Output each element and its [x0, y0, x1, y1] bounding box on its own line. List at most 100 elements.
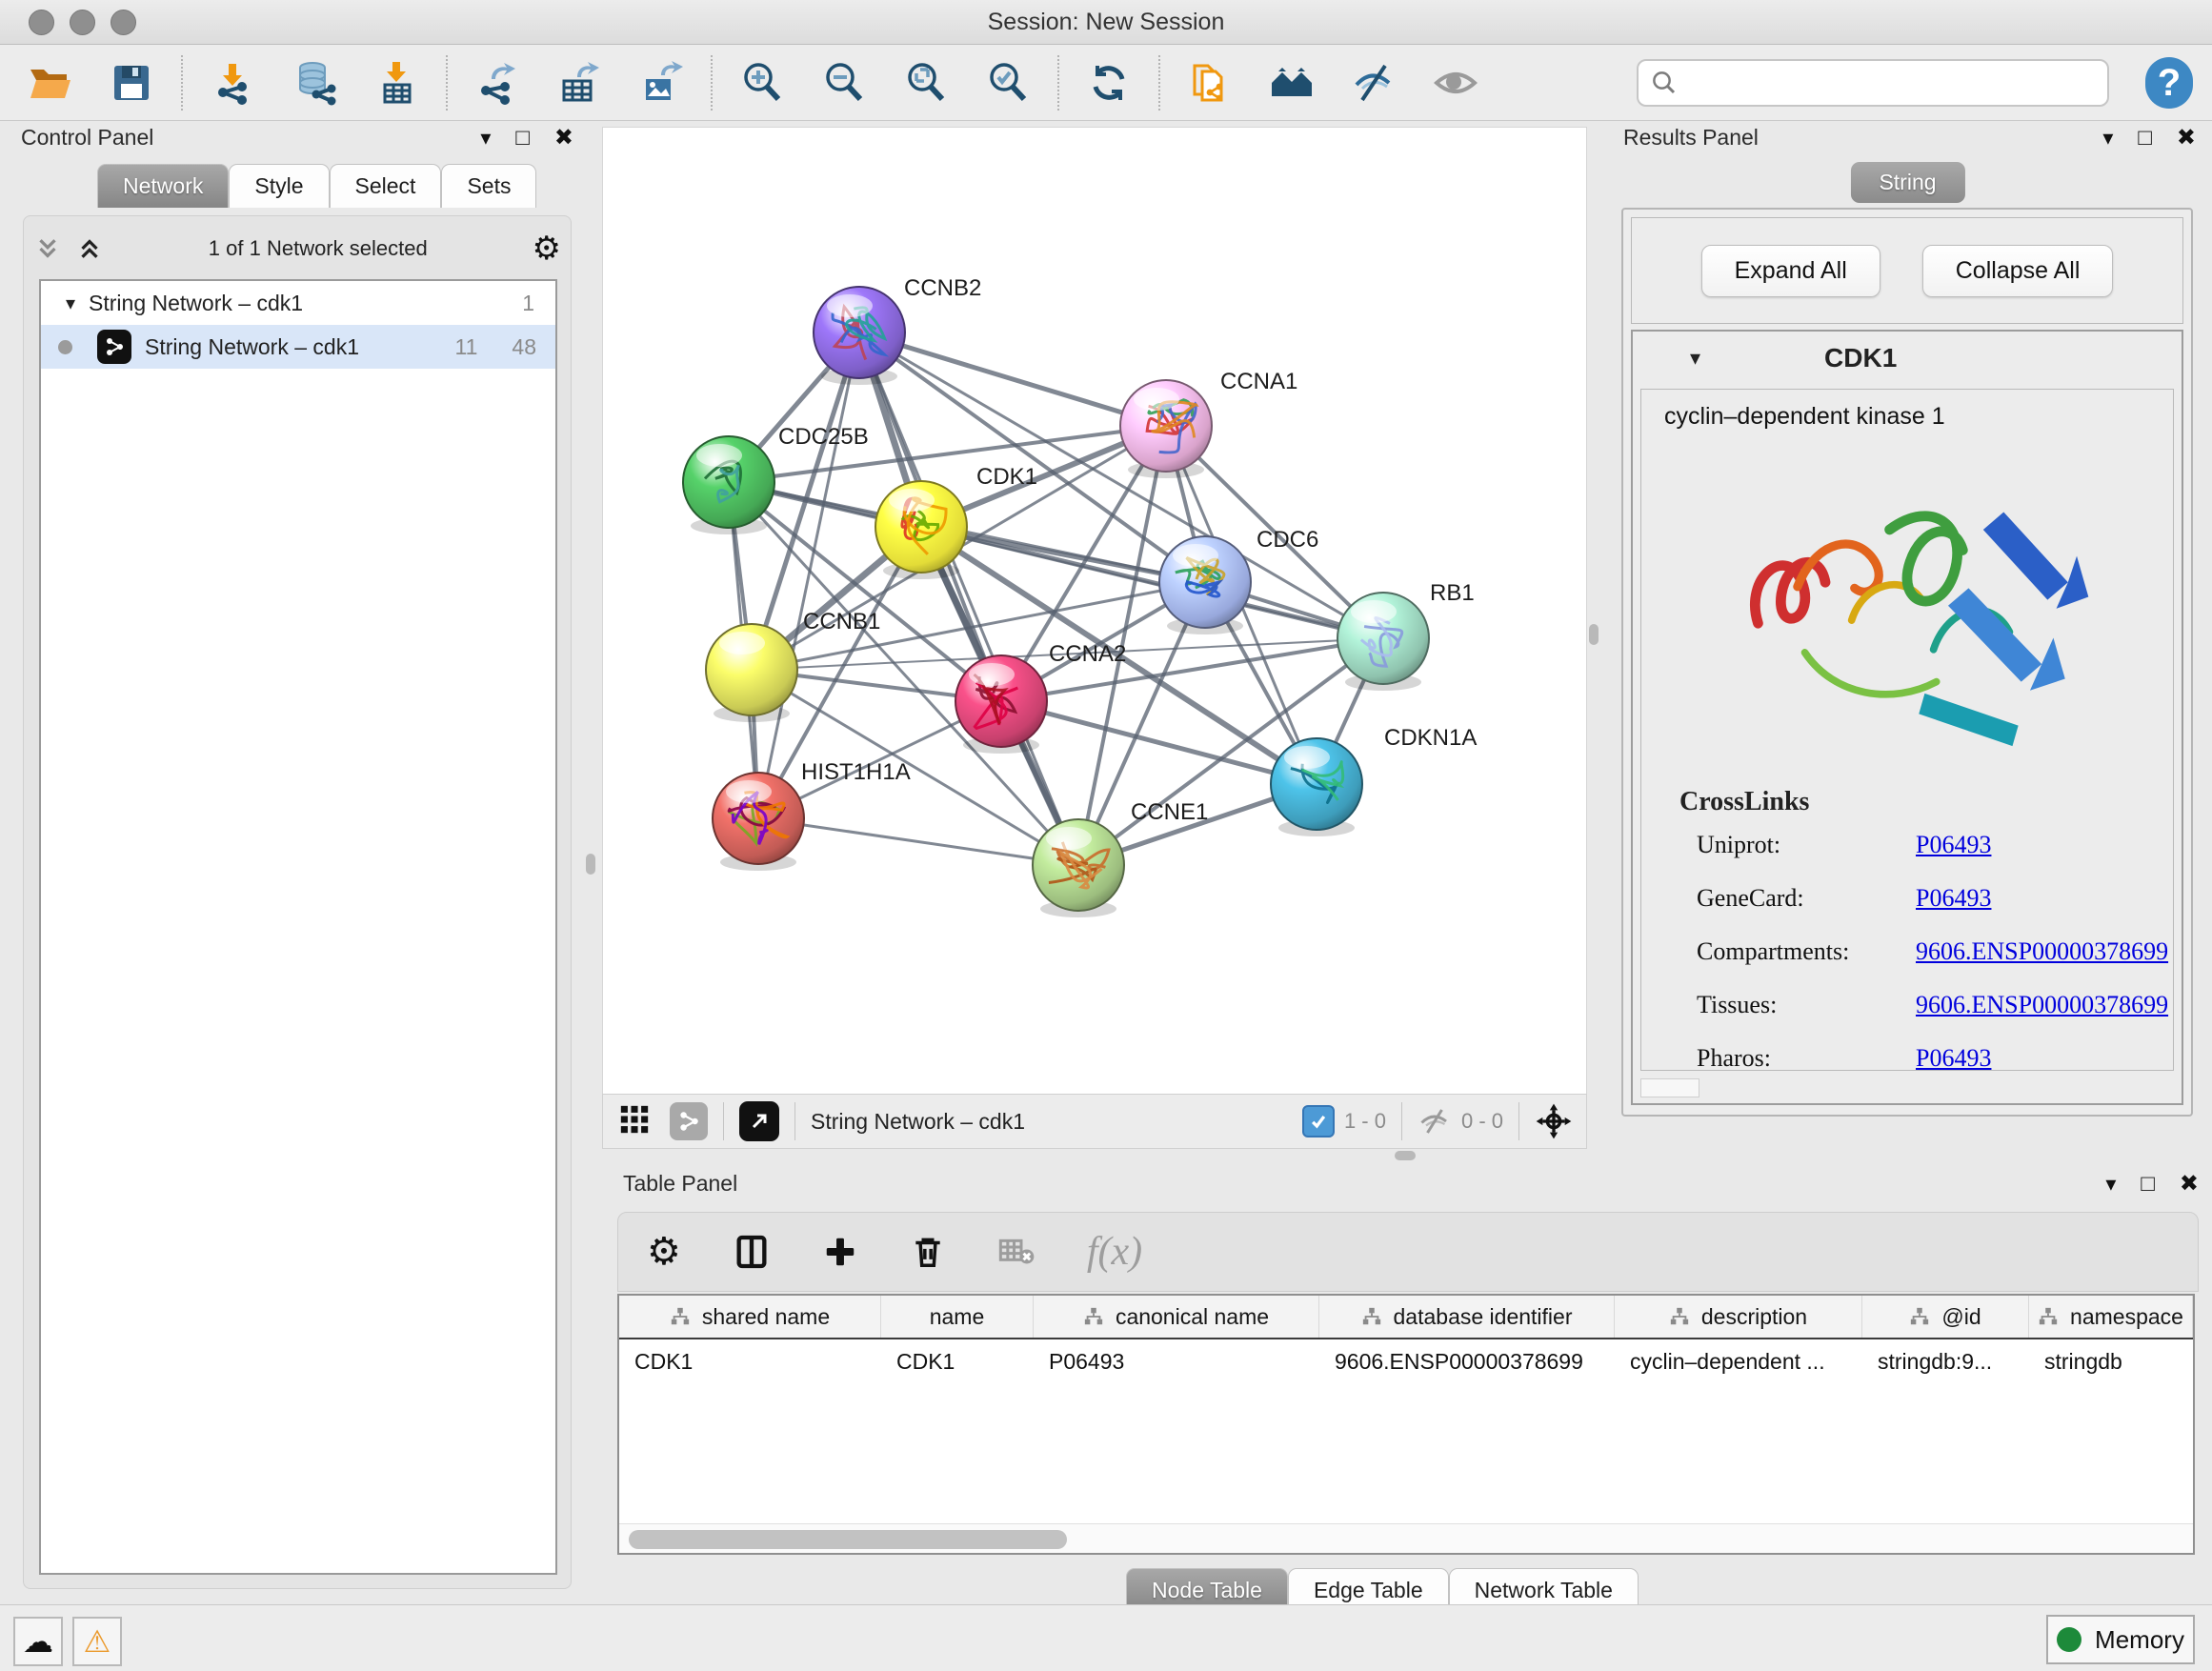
birds-eye-view-icon[interactable]	[739, 1101, 779, 1141]
tab-network[interactable]: Network	[97, 164, 229, 208]
bottom-splitter-grip[interactable]	[1395, 1151, 1416, 1160]
string-badge-icon[interactable]	[670, 1102, 708, 1140]
tab-style[interactable]: Style	[229, 164, 329, 208]
export-network-icon[interactable]	[473, 58, 522, 108]
cell--id[interactable]: stringdb:9...	[1862, 1339, 2029, 1383]
expand-all-button[interactable]: Expand All	[1701, 245, 1880, 297]
add-column-icon[interactable]	[822, 1234, 858, 1270]
panel-float-icon[interactable]: □	[2141, 1171, 2155, 1198]
import-table-file-icon[interactable]	[372, 58, 421, 108]
column-header-description[interactable]: description	[1615, 1296, 1862, 1338]
panel-close-icon[interactable]: ✖	[2180, 1170, 2199, 1198]
right-splitter-grip[interactable]	[1589, 624, 1599, 645]
table-row[interactable]: CDK1CDK1P064939606.ENSP00000378699cyclin…	[619, 1339, 2193, 1383]
zoom-in-icon[interactable]	[737, 58, 787, 108]
string-network-graph[interactable]: CCNB2CCNA1CDC25BCDK1CDC6RB1CCNB1CCNA2CDK…	[603, 128, 1584, 1093]
collection-caret-icon[interactable]: ▾	[66, 292, 75, 315]
crosslink-link[interactable]: 9606.ENSP00000378699	[1916, 937, 2168, 966]
delete-column-icon[interactable]	[910, 1234, 946, 1270]
panel-close-icon[interactable]: ✖	[2177, 124, 2196, 151]
column-header-canonical-name[interactable]: canonical name	[1034, 1296, 1319, 1338]
import-network-file-icon[interactable]	[208, 58, 257, 108]
panel-menu-icon[interactable]: ▾	[2105, 1172, 2116, 1197]
zoom-fit-icon[interactable]	[901, 58, 951, 108]
zoom-selected-icon[interactable]	[983, 58, 1033, 108]
selected-checkbox-icon[interactable]	[1302, 1105, 1335, 1137]
crosslink-link[interactable]: P06493	[1916, 1044, 1991, 1071]
cell-namespace[interactable]: stringdb	[2029, 1339, 2193, 1383]
network-options-gear-icon[interactable]: ⚙	[533, 232, 561, 265]
warning-icon[interactable]: ⚠	[72, 1617, 122, 1666]
import-network-database-icon[interactable]	[290, 58, 339, 108]
open-session-icon[interactable]	[25, 58, 74, 108]
memory-button[interactable]: Memory	[2046, 1615, 2195, 1664]
gene-caret-icon[interactable]: ▾	[1690, 346, 1700, 371]
table-panel: Table Panel ▾ □ ✖ ⚙ f(x) shared	[600, 1170, 2212, 1618]
memory-label: Memory	[2095, 1625, 2184, 1655]
edge-ccnb2-ccna1[interactable]	[859, 332, 1166, 426]
tab-string[interactable]: String	[1850, 162, 1964, 203]
node-table[interactable]: shared namenamecanonical namedatabase id…	[617, 1294, 2195, 1555]
show-columns-icon[interactable]	[733, 1233, 771, 1271]
tab-sets[interactable]: Sets	[441, 164, 536, 208]
edge-ccna2-cdkn1a[interactable]	[1001, 701, 1317, 784]
panel-menu-icon[interactable]: ▾	[480, 126, 491, 151]
refresh-icon[interactable]	[1084, 58, 1134, 108]
column-header--id[interactable]: @id	[1862, 1296, 2029, 1338]
show-all-icon[interactable]	[1431, 58, 1480, 108]
cell-shared-name[interactable]: CDK1	[619, 1339, 881, 1383]
export-image-icon[interactable]	[636, 58, 686, 108]
collapse-all-button[interactable]: Collapse All	[1922, 245, 2114, 297]
network-canvas[interactable]: CCNB2CCNA1CDC25BCDK1CDC6RB1CCNB1CCNA2CDK…	[602, 127, 1587, 1096]
results-scrollbar[interactable]	[1640, 1078, 1699, 1097]
hidden-eye-icon[interactable]	[1418, 1104, 1452, 1138]
column-header-name[interactable]: name	[881, 1296, 1034, 1338]
network-collection-row[interactable]: ▾ String Network – cdk1 1	[41, 281, 555, 325]
cell-database-identifier[interactable]: 9606.ENSP00000378699	[1319, 1339, 1615, 1383]
protein-structure-image	[1717, 448, 2098, 762]
cell-description[interactable]: cyclin–dependent ...	[1615, 1339, 1862, 1383]
crosslink-label: Compartments:	[1697, 937, 1916, 966]
crosslink-link[interactable]: P06493	[1916, 831, 1991, 859]
clone-network-icon[interactable]	[1185, 58, 1235, 108]
gene-section: ▾ CDK1 cyclin–dependent kinase 1	[1631, 330, 2183, 1105]
save-session-icon[interactable]	[107, 58, 156, 108]
network-name: String Network – cdk1	[145, 334, 359, 360]
pan-crosshair-icon[interactable]	[1535, 1102, 1573, 1140]
column-header-database-identifier[interactable]: database identifier	[1319, 1296, 1615, 1338]
panel-menu-icon[interactable]: ▾	[2102, 126, 2113, 151]
crosslink-link[interactable]: 9606.ENSP00000378699	[1916, 991, 2168, 1019]
home-view-icon[interactable]	[1267, 58, 1317, 108]
table-options-gear-icon[interactable]: ⚙	[647, 1230, 681, 1274]
panel-float-icon[interactable]: □	[515, 125, 530, 151]
export-table-icon[interactable]	[554, 58, 604, 108]
apply-function-icon[interactable]: f(x)	[1087, 1229, 1142, 1275]
panel-float-icon[interactable]: □	[2138, 125, 2152, 151]
zoom-out-icon[interactable]	[819, 58, 869, 108]
memory-status-dot	[2057, 1627, 2081, 1652]
toolbar-separator	[723, 1102, 724, 1140]
collapse-all-icon[interactable]	[33, 234, 62, 263]
cell-canonical-name[interactable]: P06493	[1034, 1339, 1319, 1383]
search-input[interactable]	[1637, 59, 2109, 107]
cell-name[interactable]: CDK1	[881, 1339, 1034, 1383]
expand-all-icon[interactable]	[75, 234, 104, 263]
table-horizontal-scrollbar[interactable]	[619, 1523, 2193, 1553]
panel-close-icon[interactable]: ✖	[554, 124, 573, 151]
tab-select[interactable]: Select	[330, 164, 442, 208]
column-header-shared-name[interactable]: shared name	[619, 1296, 881, 1338]
network-row[interactable]: String Network – cdk1 11 48	[41, 325, 555, 369]
delete-table-icon[interactable]	[997, 1233, 1036, 1271]
node-label-CCNE1: CCNE1	[1131, 799, 1208, 825]
left-splitter-grip[interactable]	[586, 854, 595, 875]
grid-view-icon[interactable]	[618, 1103, 651, 1140]
help-button[interactable]: ?	[2145, 57, 2193, 109]
column-header-namespace[interactable]: namespace	[2029, 1296, 2193, 1338]
hide-selection-icon[interactable]	[1349, 58, 1398, 108]
cloud-status-icon[interactable]: ☁	[13, 1617, 63, 1666]
crosslink-link[interactable]: P06493	[1916, 884, 1991, 913]
column-type-icon	[1669, 1306, 1690, 1327]
scrollbar-thumb[interactable]	[629, 1530, 1067, 1549]
crosslink-row: Pharos:P06493	[1697, 1044, 2173, 1071]
edge-hist1h1a-ccne1[interactable]	[758, 818, 1078, 865]
